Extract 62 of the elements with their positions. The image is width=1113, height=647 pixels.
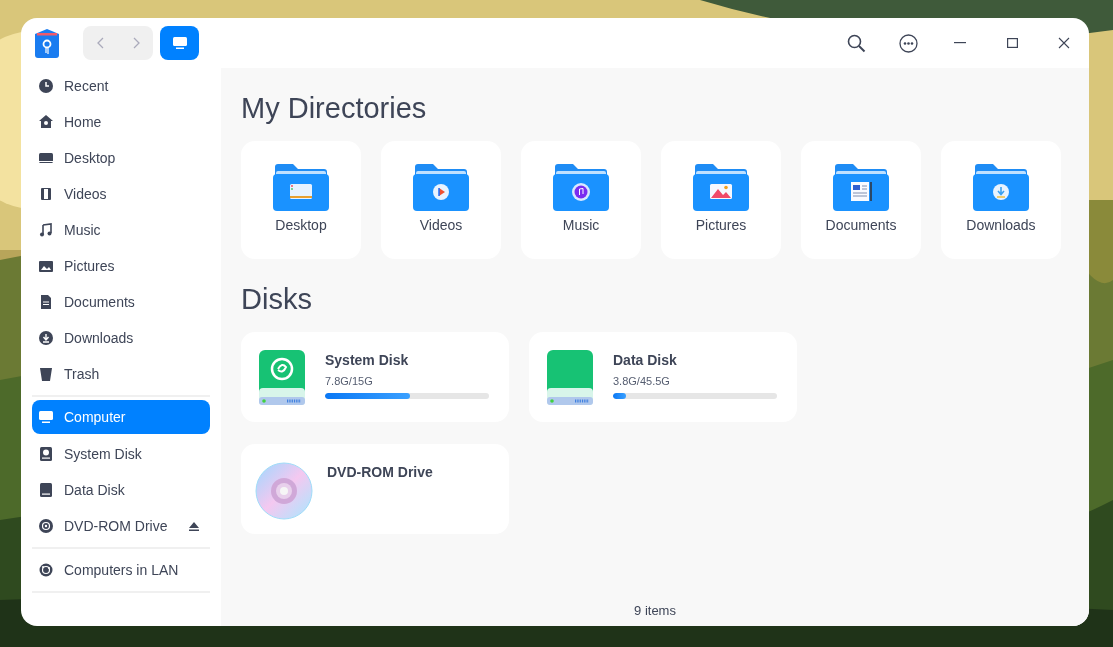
disk-name: Data Disk: [613, 352, 678, 368]
sidebar-item[interactable]: Videos: [32, 176, 210, 212]
clock-icon: [39, 79, 53, 93]
home-icon: [39, 115, 53, 129]
disk-card[interactable]: DVD-ROM Drive: [241, 444, 509, 534]
disc-icon: [255, 462, 313, 520]
music-icon: [39, 223, 53, 237]
folder-card[interactable]: Desktop: [241, 141, 361, 259]
trash-icon: [39, 367, 53, 381]
document-icon: [39, 295, 53, 309]
system-drive-icon: [259, 350, 305, 406]
disk-card[interactable]: Data Disk 3.8G/45.5G: [529, 332, 797, 422]
sidebar-item[interactable]: Downloads: [32, 320, 210, 356]
folder-card[interactable]: Videos: [381, 141, 501, 259]
sidebar-item[interactable]: Music: [32, 212, 210, 248]
film-icon: [39, 187, 53, 201]
sidebar-item[interactable]: Computer: [32, 400, 210, 434]
search-icon: [846, 33, 866, 53]
sidebar-item[interactable]: Trash: [32, 356, 210, 392]
section-heading: My Directories: [241, 92, 428, 125]
folder-card[interactable]: Pictures: [661, 141, 781, 259]
sidebar-item[interactable]: Documents: [32, 284, 210, 320]
download-folder-icon: [973, 163, 1029, 211]
drive-icon: [547, 350, 593, 406]
more-icon: [898, 33, 918, 53]
sidebar-item[interactable]: Data Disk: [32, 472, 210, 508]
disk-usage: 3.8G/45.5G: [613, 375, 671, 387]
sidebar-item[interactable]: Home: [32, 104, 210, 140]
window-folder-icon: [273, 163, 329, 211]
disk-card[interactable]: System Disk 7.8G/15G: [241, 332, 509, 422]
document-folder-icon: [833, 163, 889, 211]
folder-card[interactable]: Music: [521, 141, 641, 259]
chevron-right-icon: [131, 37, 140, 49]
chevron-left-icon: [96, 37, 105, 49]
disk-name: System Disk: [325, 352, 410, 368]
disc-icon: [39, 519, 53, 533]
sidebar-item[interactable]: DVD-ROM Drive: [32, 508, 210, 544]
folder-card[interactable]: Downloads: [941, 141, 1061, 259]
maximize-icon: [1006, 38, 1018, 48]
eject-icon[interactable]: [189, 521, 199, 531]
play-folder-icon: [413, 163, 469, 211]
sidebar-item[interactable]: Pictures: [32, 248, 210, 284]
image-folder-icon: [693, 163, 749, 211]
file-manager-logo-icon: [33, 28, 61, 58]
close-icon: [1058, 37, 1070, 49]
item-count: 9 items: [633, 603, 677, 620]
monitor-icon: [39, 410, 53, 424]
disk-usage: 7.8G/15G: [325, 375, 374, 387]
folder-card[interactable]: Documents: [801, 141, 921, 259]
section-heading: Disks: [241, 283, 313, 316]
download-icon: [39, 331, 53, 345]
image-icon: [39, 259, 53, 273]
monitor-icon: [172, 37, 187, 49]
sidebar-item[interactable]: Desktop: [32, 140, 210, 176]
desktop-icon: [39, 151, 53, 165]
sidebar-item[interactable]: Recent: [32, 68, 210, 104]
disk-name: DVD-ROM Drive: [327, 464, 433, 480]
sidebar-item[interactable]: System Disk: [32, 436, 210, 472]
note-folder-icon: [553, 163, 609, 211]
sidebar-item[interactable]: Computers in LAN: [32, 552, 210, 588]
view-mode-button[interactable]: [160, 26, 199, 60]
minimize-icon: [954, 42, 966, 44]
